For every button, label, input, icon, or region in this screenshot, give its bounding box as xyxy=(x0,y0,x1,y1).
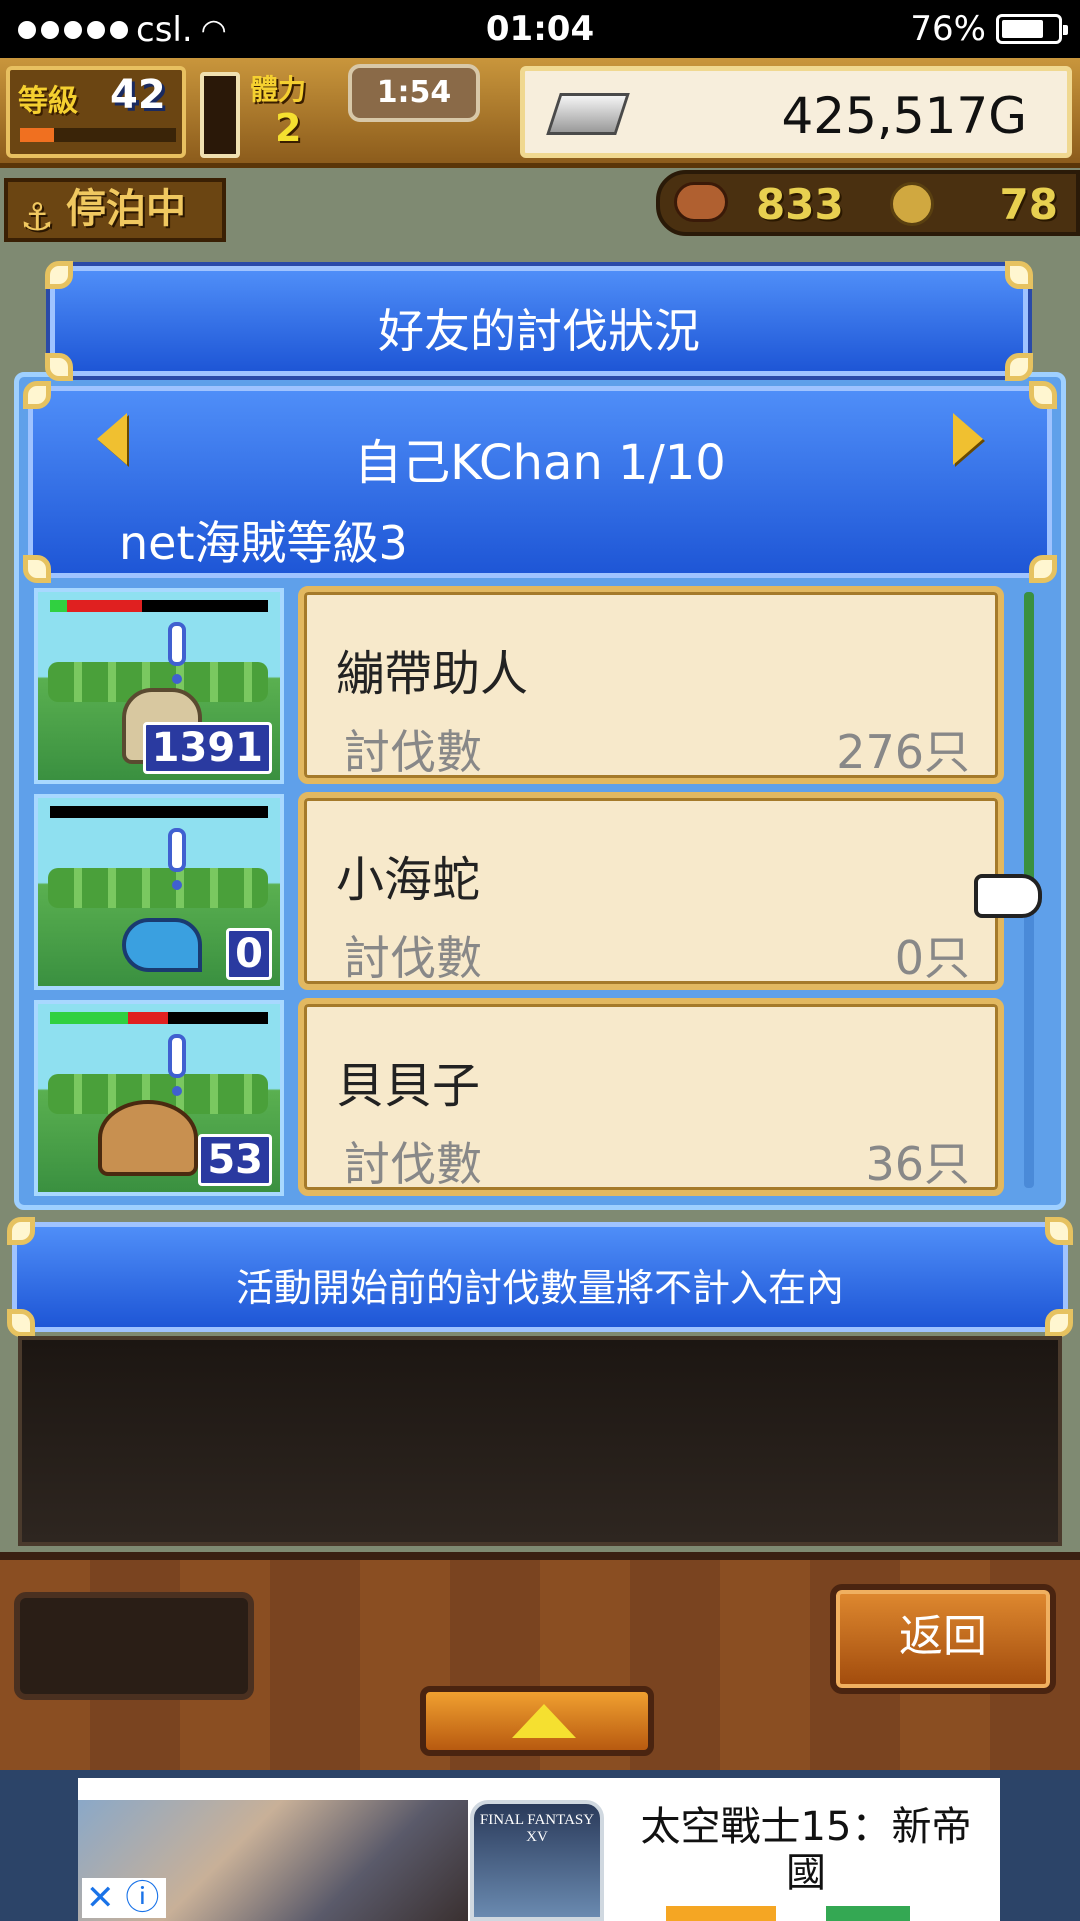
up-arrow-button[interactable] xyxy=(420,1686,654,1756)
gold-amount: 425,517G xyxy=(781,87,1027,145)
list-item[interactable]: 53 貝貝子 討伐數 36只 xyxy=(30,998,1010,1198)
monster-thumbnail: 0 xyxy=(34,794,284,990)
ad-content[interactable]: ✕ ⓘ FINAL FANTASY XV 太空戰士15：新帝國 xyxy=(78,1778,1000,1921)
empty-slot xyxy=(14,1592,254,1700)
kill-count: 0只 xyxy=(894,931,970,985)
player-header: 自己KChan 1/10 net海賊等級3 xyxy=(23,381,1057,583)
kill-label: 討伐數 xyxy=(344,1137,482,1191)
list-item[interactable]: 0 小海蛇 討伐數 0只 xyxy=(30,792,1010,992)
next-arrow-icon[interactable] xyxy=(947,413,983,465)
monster-list[interactable]: 1391 繃帶助人 討伐數 276只 0 小海蛇 討伐數 0只 53 貝貝子 討… xyxy=(30,586,1010,1198)
monster-card[interactable]: 小海蛇 討伐數 0只 xyxy=(298,792,1004,990)
notice-banner: 活動開始前的討伐數量將不計入在內 xyxy=(7,1217,1073,1337)
resources-panel: 833 78 xyxy=(656,170,1080,236)
stamina-value: 2 xyxy=(275,106,302,150)
monster-name: 小海蛇 xyxy=(336,852,481,908)
stamina-label: 體力 xyxy=(250,73,307,106)
monster-card[interactable]: 繃帶助人 討伐數 276只 xyxy=(298,586,1004,784)
kill-count: 276只 xyxy=(836,725,970,779)
player-rank: net海賊等級3 xyxy=(119,516,408,570)
kill-label: 討伐數 xyxy=(344,725,482,779)
monster-thumbnail: 1391 xyxy=(34,588,284,784)
coin-amount: 78 xyxy=(999,180,1058,229)
bottom-bar: 返回 xyxy=(0,1552,1080,1770)
status-bar: csl. ◠ 01:04 76% xyxy=(0,0,1080,58)
close-icon[interactable]: ✕ xyxy=(86,1878,115,1918)
level-panel[interactable]: 等級 42 xyxy=(6,66,186,158)
ad-headline[interactable]: 太空戰士15：新帝國 xyxy=(626,1804,986,1896)
kill-label: 討伐數 xyxy=(344,931,482,985)
info-icon[interactable]: ⓘ xyxy=(125,1878,159,1918)
stamina-gauge xyxy=(200,72,240,158)
monster-count: 53 xyxy=(198,1134,272,1186)
notice-text: 活動開始前的討伐數量將不計入在內 xyxy=(235,1266,844,1310)
exclamation-icon xyxy=(168,1034,186,1096)
monster-card[interactable]: 貝貝子 討伐數 36只 xyxy=(298,998,1004,1196)
hermit-crab-icon xyxy=(98,1100,198,1176)
kill-count: 36只 xyxy=(865,1137,970,1191)
anchor-icon: ⚓ xyxy=(20,195,55,239)
scrollbar-thumb[interactable] xyxy=(1024,592,1034,890)
top-hud: 等級 42 體力 2 1:54 425,517G xyxy=(0,58,1080,168)
ad-game-icon[interactable]: FINAL FANTASY XV xyxy=(470,1800,604,1921)
player-name: 自己KChan 1/10 xyxy=(354,435,726,491)
exclamation-icon xyxy=(168,828,186,890)
monster-name: 貝貝子 xyxy=(336,1058,481,1114)
monster-name: 繃帶助人 xyxy=(336,646,529,702)
ad-game-title: FINAL FANTASY XV xyxy=(479,1812,595,1845)
monster-count: 0 xyxy=(226,928,272,980)
level-value: 42 xyxy=(110,72,166,118)
ad-price-tag[interactable] xyxy=(666,1906,776,1921)
battery-info: 76% xyxy=(910,9,1068,49)
ad-banner[interactable]: ✕ ⓘ FINAL FANTASY XV 太空戰士15：新帝國 xyxy=(0,1770,1080,1921)
empty-panel xyxy=(18,1336,1062,1546)
stamina-timer: 1:54 xyxy=(348,64,480,122)
coin-icon xyxy=(890,182,934,226)
monster-count: 1391 xyxy=(142,722,272,774)
ad-close-button[interactable]: ✕ ⓘ xyxy=(82,1878,166,1918)
hp-bar xyxy=(50,1012,268,1024)
ad-install-button[interactable] xyxy=(826,1906,910,1921)
exclamation-icon xyxy=(168,622,186,684)
list-item[interactable]: 1391 繃帶助人 討伐數 276只 xyxy=(30,586,1010,786)
battery-percent: 76% xyxy=(910,9,986,49)
food-amount: 833 xyxy=(756,180,844,229)
back-button[interactable]: 返回 xyxy=(830,1584,1056,1694)
silver-bar-icon xyxy=(546,93,630,135)
docked-status[interactable]: ⚓ 停泊中 xyxy=(4,178,226,242)
battery-icon xyxy=(996,14,1068,44)
sea-snake-icon xyxy=(122,918,202,972)
hand-pointer-icon xyxy=(974,874,1042,918)
hp-bar xyxy=(50,806,268,818)
meat-icon xyxy=(674,182,728,222)
dialog-title: 好友的討伐狀況 xyxy=(378,304,700,358)
level-label: 等級 xyxy=(18,84,78,119)
gold-panel[interactable]: 425,517G xyxy=(520,66,1072,158)
hp-bar xyxy=(50,600,268,612)
level-progress-bar xyxy=(20,128,176,142)
dialog-title-banner: 好友的討伐狀況 xyxy=(45,261,1033,381)
docked-label: 停泊中 xyxy=(66,186,186,232)
monster-thumbnail: 53 xyxy=(34,1000,284,1196)
